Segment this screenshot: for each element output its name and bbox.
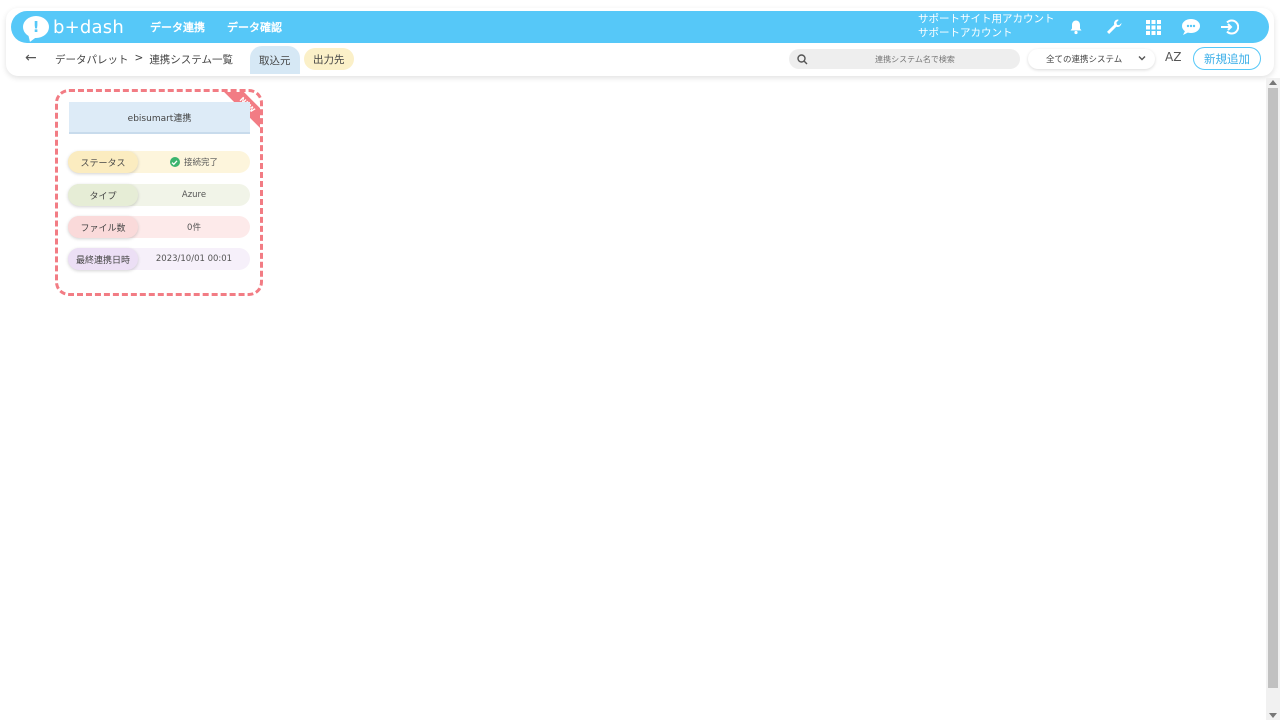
status-value: 接続完了 [138,156,250,168]
file-count-label: ファイル数 [68,216,138,238]
status-label: ステータス [68,151,138,173]
scroll-down-arrow-icon[interactable] [1269,713,1277,718]
card-row-last-sync: 最終連携日時 2023/10/01 00:01 [68,248,250,270]
vertical-scrollbar[interactable] [1266,78,1280,720]
file-count-value: 0件 [187,223,201,233]
system-filter-value: 全ての連携システム [1046,55,1123,65]
status-text: 接続完了 [183,158,218,168]
back-arrow-icon[interactable]: ← [25,50,37,66]
scrollbar-thumb[interactable] [1268,88,1278,688]
grid-icon[interactable] [1142,16,1164,38]
add-new-button[interactable]: 新規追加 [1193,47,1261,70]
account-line2: サポートアカウント [918,27,1013,39]
card-title: ebisumart連携 [69,102,250,134]
chat-icon[interactable] [1180,16,1202,38]
card-row-status: ステータス 接続完了 [68,151,250,173]
check-circle-icon [169,157,180,167]
type-value: Azure [181,190,207,200]
logo-text: b+dash [53,16,124,38]
logo[interactable]: ! b+dash [23,11,124,43]
nav-data-check[interactable]: データ確認 [227,19,282,35]
wrench-icon[interactable] [1103,16,1125,38]
chevron-down-icon [1137,53,1147,66]
card-row-file-count: ファイル数 0件 [68,216,250,238]
breadcrumb-item-current: 連携システム一覧 [149,54,233,66]
system-filter-select[interactable]: 全ての連携システム [1028,49,1155,69]
account-info[interactable]: サポートサイト用アカウント サポートアカウント [918,12,1055,40]
tab-import-source[interactable]: 取込元 [250,46,300,74]
card-row-type: タイプ Azure [68,184,250,206]
account-line1: サポートサイト用アカウント [918,13,1055,25]
search-box [789,49,1020,69]
last-sync-label: 最終連携日時 [68,248,138,270]
logo-bubble-icon: ! [23,16,49,38]
type-label: タイプ [68,184,138,206]
breadcrumb: データパレット > 連携システム一覧 [55,52,239,67]
integration-card[interactable]: NEW ebisumart連携 ステータス 接続完了 タイプ Azure ファイ… [55,89,263,296]
search-icon [789,53,815,65]
nav-data-integration[interactable]: データ連携 [150,19,205,35]
breadcrumb-separator: > [134,52,144,64]
scroll-up-arrow-icon[interactable] [1269,80,1277,85]
breadcrumb-item-datapalette[interactable]: データパレット [55,52,129,67]
last-sync-value: 2023/10/01 00:01 [155,254,233,264]
sub-toolbar: ← データパレット > 連携システム一覧 取込元 出力先 全ての連携システム A… [6,44,1274,74]
search-input[interactable] [815,54,1015,64]
top-navbar: ! b+dash データ連携 データ確認 サポートサイト用アカウント サポートア… [11,11,1269,43]
tab-export-target[interactable]: 出力先 [304,48,354,70]
logout-icon[interactable] [1218,16,1240,38]
bell-icon[interactable] [1065,16,1087,38]
sort-az-button[interactable]: AZ [1165,50,1181,64]
